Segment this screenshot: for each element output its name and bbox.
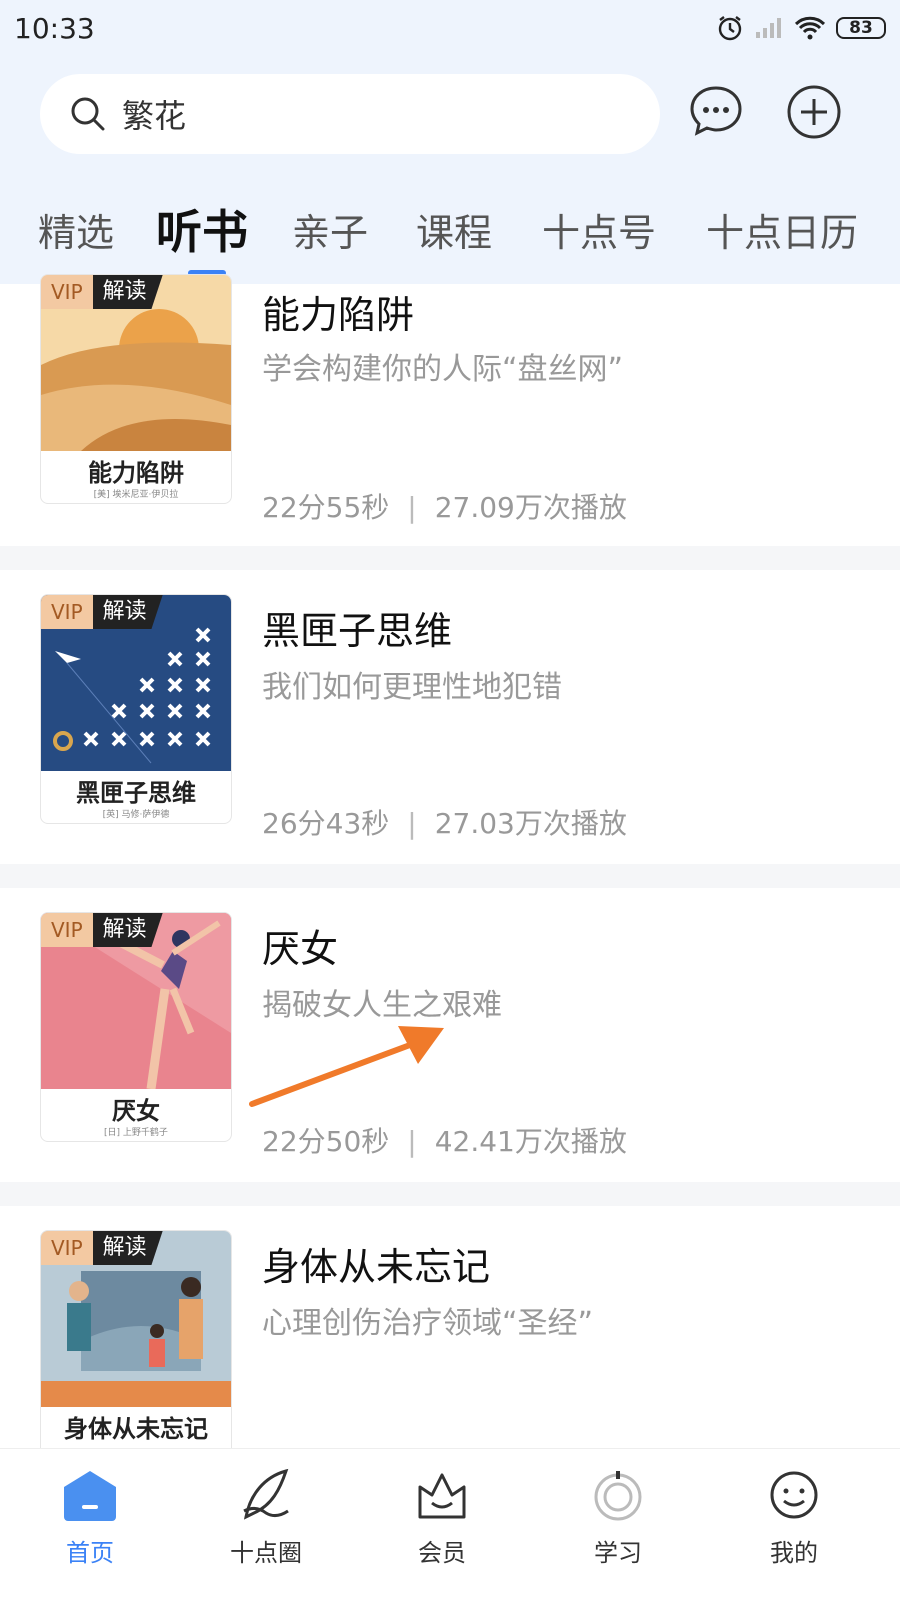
tab-kecheng[interactable]: 课程 [416, 202, 492, 257]
item-subtitle: 我们如何更理性地犯错 [262, 670, 562, 705]
item-duration: 22分55秒 [262, 491, 390, 524]
nav-circle[interactable]: 十点圈 [206, 1465, 326, 1568]
nav-label: 会员 [418, 1539, 466, 1567]
item-meta: 22分50秒 | 42.41万次播放 [262, 1125, 627, 1158]
book-cover: VIP 解读 黑匣子思维 [英] 马修·萨伊德 [40, 594, 232, 824]
divider [0, 864, 900, 888]
status-icons: 83 [716, 14, 886, 42]
item-subtitle: 心理创伤治疗领域“圣经” [262, 1306, 594, 1341]
cover-title: 黑匣子思维 [76, 778, 196, 807]
nav-home[interactable]: 首页 [30, 1465, 150, 1568]
divider [0, 1182, 900, 1206]
alarm-icon [718, 16, 742, 41]
feather-icon [243, 1468, 289, 1520]
item-plays: 27.03万次播放 [434, 807, 627, 840]
nav-mine[interactable]: 我的 [734, 1465, 854, 1568]
nav-member[interactable]: 会员 [382, 1465, 502, 1568]
tab-shidianrili[interactable]: 十点日历 [706, 202, 858, 257]
cover-author: [美] 埃米尼亚·伊贝拉 [93, 490, 179, 500]
vip-badge: VIP 解读 [41, 913, 163, 947]
nav-label: 首页 [66, 1539, 114, 1567]
search-query: 繁花 [122, 97, 187, 135]
list-item[interactable]: VIP 解读 黑匣子思维 [英] 马修·萨伊德 黑匣子思维 我们如何更理性地犯错 … [0, 570, 900, 864]
book-cover: VIP 解读 身体从未忘记 [40, 1230, 232, 1460]
nav-study[interactable]: 学习 [558, 1465, 678, 1568]
tab-tingshu[interactable]: 听书 [156, 196, 248, 262]
cover-title: 身体从未忘记 [64, 1414, 208, 1443]
divider [0, 546, 900, 570]
list-item[interactable]: VIP 解读 能力陷阱 [美] 埃米尼亚·伊贝拉 能力陷阱 学会构建你的人际“盘丝… [0, 274, 900, 546]
item-subtitle: 学会构建你的人际“盘丝网” [262, 352, 624, 387]
nav-label: 我的 [770, 1539, 818, 1567]
search-input[interactable]: 繁花 [40, 74, 660, 154]
crown-icon [418, 1473, 466, 1519]
vip-badge: VIP 解读 [41, 1231, 163, 1265]
tab-shidianhao[interactable]: 十点号 [542, 202, 656, 257]
item-title: 厌女 [262, 927, 339, 971]
category-tabs: 精选 听书 亲子 课程 十点号 十点日历 [0, 202, 900, 282]
battery-indicator: 83 [836, 17, 886, 39]
cover-author: [英] 马修·萨伊德 [102, 810, 170, 820]
home-icon [64, 1471, 116, 1521]
item-title: 黑匣子思维 [262, 609, 453, 653]
item-subtitle: 揭破女人生之艰难 [262, 988, 502, 1023]
status-bar: 10:33 83 [0, 0, 900, 62]
item-plays: 42.41万次播放 [434, 1125, 627, 1158]
search-icon [71, 97, 105, 131]
cover-title: 能力陷阱 [88, 458, 184, 487]
signal-icon [756, 18, 781, 38]
item-duration: 26分43秒 [262, 807, 390, 840]
study-circle-icon [594, 1471, 642, 1521]
tab-qinzi[interactable]: 亲子 [292, 202, 368, 257]
nav-label: 十点圈 [230, 1539, 302, 1567]
header: 繁花 精选 听书 亲子 课程 十点号 十点日历 [0, 62, 900, 290]
vip-badge: VIP 解读 [41, 595, 163, 629]
wifi-icon [794, 16, 826, 40]
book-cover: VIP 解读 厌女 [日] 上野千鹤子 [40, 912, 232, 1142]
item-meta: 26分43秒 | 27.03万次播放 [262, 807, 627, 840]
smile-icon [770, 1471, 818, 1519]
status-time: 10:33 [14, 12, 95, 45]
book-cover: VIP 解读 能力陷阱 [美] 埃米尼亚·伊贝拉 [40, 274, 232, 504]
list-item[interactable]: VIP 解读 身体从未忘记 身体从未忘记 心理创伤治疗领域“圣经” [0, 1206, 900, 1460]
item-plays: 27.09万次播放 [434, 491, 627, 524]
bottom-nav: 首页 十点圈 会员 学习 我的 [0, 1448, 900, 1601]
item-title: 能力陷阱 [262, 293, 415, 337]
item-meta: 22分55秒 | 27.09万次播放 [262, 491, 627, 524]
tab-jingxuan[interactable]: 精选 [38, 202, 114, 257]
item-duration: 22分50秒 [262, 1125, 390, 1158]
annotation-arrow [249, 1026, 444, 1107]
item-title: 身体从未忘记 [262, 1245, 491, 1289]
vip-badge: VIP 解读 [41, 275, 163, 309]
cover-author: [日] 上野千鹤子 [104, 1128, 168, 1138]
nav-label: 学习 [594, 1539, 642, 1567]
cover-title: 厌女 [112, 1096, 160, 1125]
message-icon[interactable] [688, 84, 744, 140]
add-icon[interactable] [786, 84, 842, 140]
